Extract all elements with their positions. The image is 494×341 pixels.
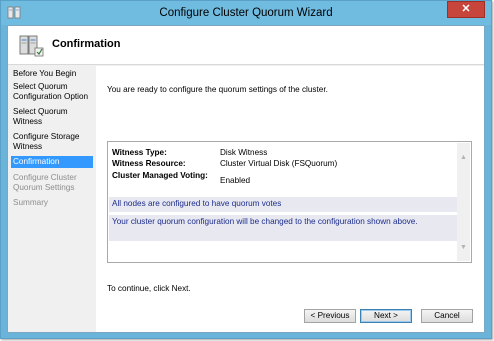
window-title: Configure Cluster Quorum Wizard <box>159 7 333 19</box>
previous-button[interactable]: < Previous <box>304 309 356 323</box>
scroll-up-icon[interactable]: ▲ <box>459 153 468 162</box>
nav-step-configure-quorum-settings: Configure Cluster Quorum Settings <box>13 173 77 192</box>
scroll-down-icon[interactable]: ▼ <box>459 243 468 252</box>
wizard-window: Configure Cluster Quorum Wizard ✕ Confir… <box>0 0 492 339</box>
quorum-votes-note: All nodes are configured to have quorum … <box>109 197 459 212</box>
summary-row: Cluster Managed Voting: Enabled <box>112 171 452 191</box>
configuration-change-note: Your cluster quorum configuration will b… <box>109 215 459 241</box>
cancel-button[interactable]: Cancel <box>421 309 473 323</box>
summary-key: Witness Type: <box>112 148 167 157</box>
nav-step-before-you-begin[interactable]: Before You Begin <box>11 68 93 80</box>
summary-content: Witness Type: Disk Witness Witness Resou… <box>109 143 459 261</box>
summary-value: Disk Witness <box>220 148 268 157</box>
nav-step-configure-storage-witness[interactable]: Configure Storage Witness <box>11 131 93 153</box>
main-panel: You are ready to configure the quorum se… <box>96 66 484 332</box>
wizard-client-area: Confirmation Before You Begin Select Quo… <box>7 25 485 333</box>
nav-step-confirmation[interactable]: Confirmation <box>11 156 93 168</box>
intro-text: You are ready to configure the quorum se… <box>107 85 328 94</box>
summary-key: Cluster Managed Voting: <box>112 171 208 180</box>
title-bar[interactable]: Configure Cluster Quorum Wizard ✕ <box>1 1 491 25</box>
wizard-header: Confirmation <box>8 26 484 65</box>
summary-key: Witness Resource: <box>112 159 186 168</box>
summary-value: Enabled <box>220 176 251 185</box>
cluster-wizard-icon <box>19 35 44 57</box>
wizard-footer: < Previous Next > Cancel <box>96 306 484 332</box>
summary-value: Cluster Virtual Disk (FSQuorum) <box>220 159 338 168</box>
nav-step-select-configuration[interactable]: Select Quorum Configuration Option <box>11 81 93 103</box>
wizard-steps-nav: Before You Begin Select Quorum Configura… <box>8 66 93 332</box>
summary-scrollbar[interactable]: ▲ ▼ <box>457 143 470 261</box>
next-button[interactable]: Next > <box>360 309 412 323</box>
nav-step-summary: Summary <box>13 198 49 207</box>
nav-step-select-witness[interactable]: Select Quorum Witness <box>11 106 93 128</box>
close-icon: ✕ <box>461 3 471 15</box>
confirmation-summary-box[interactable]: Witness Type: Disk Witness Witness Resou… <box>107 141 472 263</box>
continue-instruction: To continue, click Next. <box>107 284 191 293</box>
page-title: Confirmation <box>52 38 121 50</box>
close-button[interactable]: ✕ <box>447 1 485 18</box>
